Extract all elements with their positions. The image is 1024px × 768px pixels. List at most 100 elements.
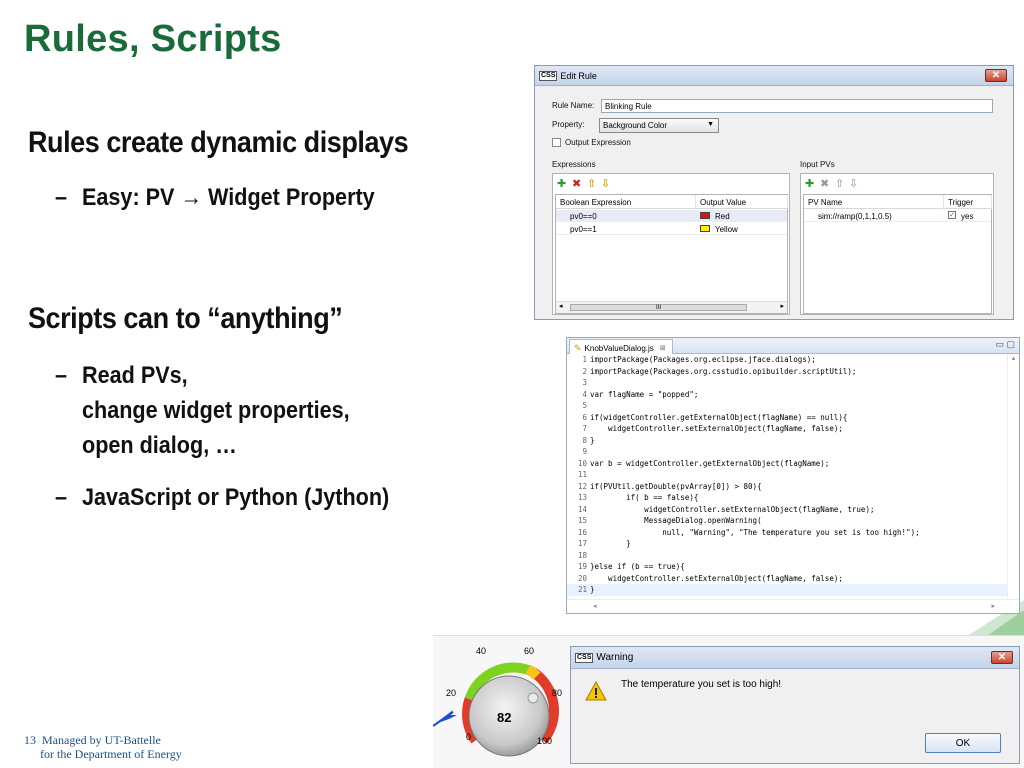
code-line[interactable]: 20 widgetController.setExternalObject(fl… xyxy=(567,573,1007,585)
minimize-maximize-icon[interactable]: ▭ ▢ xyxy=(995,339,1015,350)
footer-line-1: Managed by UT-Battelle xyxy=(42,733,161,747)
line-number: 7 xyxy=(582,424,587,433)
delete-icon[interactable]: ✖ xyxy=(820,177,829,190)
vertical-scrollbar[interactable]: ▴ xyxy=(1007,354,1019,599)
move-down-icon[interactable]: ⇩ xyxy=(849,177,858,190)
expression-cell: pv0==1 xyxy=(570,225,597,234)
sub-bullet-line: open dialog, … xyxy=(82,432,237,459)
scroll-right-icon[interactable]: ▸ xyxy=(991,602,995,610)
scroll-up-icon[interactable]: ▴ xyxy=(1012,355,1016,362)
trigger-cell: yes xyxy=(961,212,974,221)
dialog-title: Warning xyxy=(596,652,634,663)
property-label: Property: xyxy=(552,120,585,129)
chevron-down-icon: ▼ xyxy=(707,121,714,128)
delete-icon[interactable]: ✖ xyxy=(572,177,581,190)
code-line[interactable]: 21} xyxy=(567,584,1007,596)
rule-name-label: Rule Name: xyxy=(552,101,595,110)
scroll-left-icon[interactable]: ◂ xyxy=(559,302,563,310)
warning-dialog: CSS Warning ✕ The temperature you set is… xyxy=(570,646,1020,764)
add-icon[interactable]: ✚ xyxy=(805,177,814,190)
code-line[interactable]: 11 xyxy=(567,469,1007,481)
table-row[interactable]: sim://ramp(0,1,1,0.5) ✓ yes xyxy=(804,210,991,222)
code-line[interactable]: 15 MessageDialog.openWarning( xyxy=(567,515,1007,527)
code-line[interactable]: 3 xyxy=(567,377,1007,389)
output-value-cell: Red xyxy=(715,212,730,221)
column-header[interactable]: Boolean Expression xyxy=(556,195,696,209)
code-line[interactable]: 7 widgetController.setExternalObject(fla… xyxy=(567,423,1007,435)
trigger-checkbox[interactable]: ✓ xyxy=(948,211,956,219)
horizontal-scrollbar[interactable]: ◂ ▸ xyxy=(567,599,1019,613)
code-line[interactable]: 17 } xyxy=(567,538,1007,550)
close-button[interactable]: ✕ xyxy=(985,69,1007,82)
css-logo-icon: CSS xyxy=(539,70,558,81)
sub-bullet-easy: – Easy: PV → Widget Property xyxy=(55,180,375,215)
scroll-thumb[interactable]: III xyxy=(570,304,747,311)
editor-tab[interactable]: ✎ KnobValueDialog.js ⊠ xyxy=(569,339,673,354)
scroll-right-icon[interactable]: ▸ xyxy=(780,302,784,310)
code-line[interactable]: 13 if( b == false){ xyxy=(567,492,1007,504)
code-line[interactable]: 14 widgetController.setExternalObject(fl… xyxy=(567,504,1007,516)
bullet-rules: Rules create dynamic displays xyxy=(28,126,409,159)
table-row[interactable]: pv0==1 Yellow xyxy=(556,223,787,235)
code-line[interactable]: 9 xyxy=(567,446,1007,458)
dash-marker: – xyxy=(55,484,68,511)
code-line[interactable]: 16 null, "Warning", "The temperature you… xyxy=(567,527,1007,539)
code-line[interactable]: 6 if(widgetController.getExternalObject(f… xyxy=(567,412,1007,424)
expressions-label: Expressions xyxy=(552,160,596,169)
move-up-icon[interactable]: ⇧ xyxy=(835,177,844,190)
expressions-panel: ✚ ✖ ⇧ ⇩ Boolean Expression Output Value … xyxy=(552,173,790,315)
property-value: Background Color xyxy=(603,121,668,130)
knob-scale-label: 100 xyxy=(537,736,553,746)
code-text: importPackage(Packages.org.csstudio.opib… xyxy=(590,366,857,376)
column-header[interactable]: Trigger xyxy=(944,195,992,209)
move-up-icon[interactable]: ⇧ xyxy=(587,177,596,190)
warning-icon xyxy=(585,681,607,701)
horizontal-scrollbar[interactable]: ◂ III ▸ xyxy=(556,301,787,313)
sub-bullet-text: JavaScript or Python (Jython) xyxy=(82,484,390,511)
dash-marker: – xyxy=(55,362,68,389)
add-icon[interactable]: ✚ xyxy=(557,177,566,190)
code-line[interactable]: 18 xyxy=(567,550,1007,562)
code-line[interactable]: 5 xyxy=(567,400,1007,412)
property-select[interactable]: Background Color ▼ xyxy=(599,118,719,133)
dialog-title: Edit Rule xyxy=(560,70,597,81)
scroll-left-icon[interactable]: ◂ xyxy=(593,602,597,610)
code-line[interactable]: 12 if(PVUtil.getDouble(pvArray[0]) > 80){ xyxy=(567,481,1007,493)
move-down-icon[interactable]: ⇩ xyxy=(601,177,610,190)
line-number: 5 xyxy=(582,401,587,410)
line-number: 8 xyxy=(582,435,587,445)
knob-scale-label: 40 xyxy=(476,646,487,656)
editor-tab-bar: ✎ KnobValueDialog.js ⊠ ▭ ▢ xyxy=(567,338,1019,354)
code-line[interactable]: 10 var b = widgetController.getExternalOb… xyxy=(567,458,1007,470)
code-line[interactable]: 19}else if (b == true){ xyxy=(567,561,1007,573)
code-line[interactable]: 4 var flagName = "popped"; xyxy=(567,389,1007,401)
color-swatch xyxy=(700,212,710,219)
code-text: var b = widgetController.getExternalObje… xyxy=(590,458,830,468)
knob-widget[interactable] xyxy=(433,636,573,768)
code-text: var flagName = "popped"; xyxy=(590,389,699,399)
code-text: if(PVUtil.getDouble(pvArray[0]) > 80){ xyxy=(590,481,762,491)
output-expression-checkbox[interactable] xyxy=(552,138,561,147)
ok-button[interactable]: OK xyxy=(925,733,1001,753)
close-tab-icon[interactable]: ⊠ xyxy=(660,344,666,352)
table-row[interactable]: pv0==0 Red xyxy=(556,210,787,222)
sub-bullet-line: change widget properties, xyxy=(82,397,350,424)
line-number: 10 xyxy=(577,458,587,468)
code-text: } xyxy=(590,435,595,445)
code-area[interactable]: 1 importPackage(Packages.org.eclipse.jfac… xyxy=(567,354,1007,599)
column-header[interactable]: Output Value xyxy=(696,195,788,209)
knob-scale-label: 0 xyxy=(466,732,472,742)
line-number: 9 xyxy=(582,447,587,456)
column-header[interactable]: PV Name xyxy=(804,195,944,209)
script-file-icon: ✎ xyxy=(574,342,582,353)
code-line[interactable]: 1 importPackage(Packages.org.eclipse.jfac… xyxy=(567,354,1007,366)
rule-name-input[interactable]: Blinking Rule xyxy=(601,99,993,113)
code-line[interactable]: 2 importPackage(Packages.org.csstudio.opi… xyxy=(567,366,1007,378)
code-line[interactable]: 8} xyxy=(567,435,1007,447)
css-logo-icon: CSS xyxy=(575,652,594,663)
sub-bullet-read-pvs: – Read PVs, change widget properties, op… xyxy=(55,358,350,463)
knob-scale-label: 60 xyxy=(524,646,535,656)
dash-marker: – xyxy=(55,184,68,211)
close-button[interactable]: ✕ xyxy=(991,651,1013,664)
code-text: widgetController.setExternalObject(flagN… xyxy=(590,424,843,433)
